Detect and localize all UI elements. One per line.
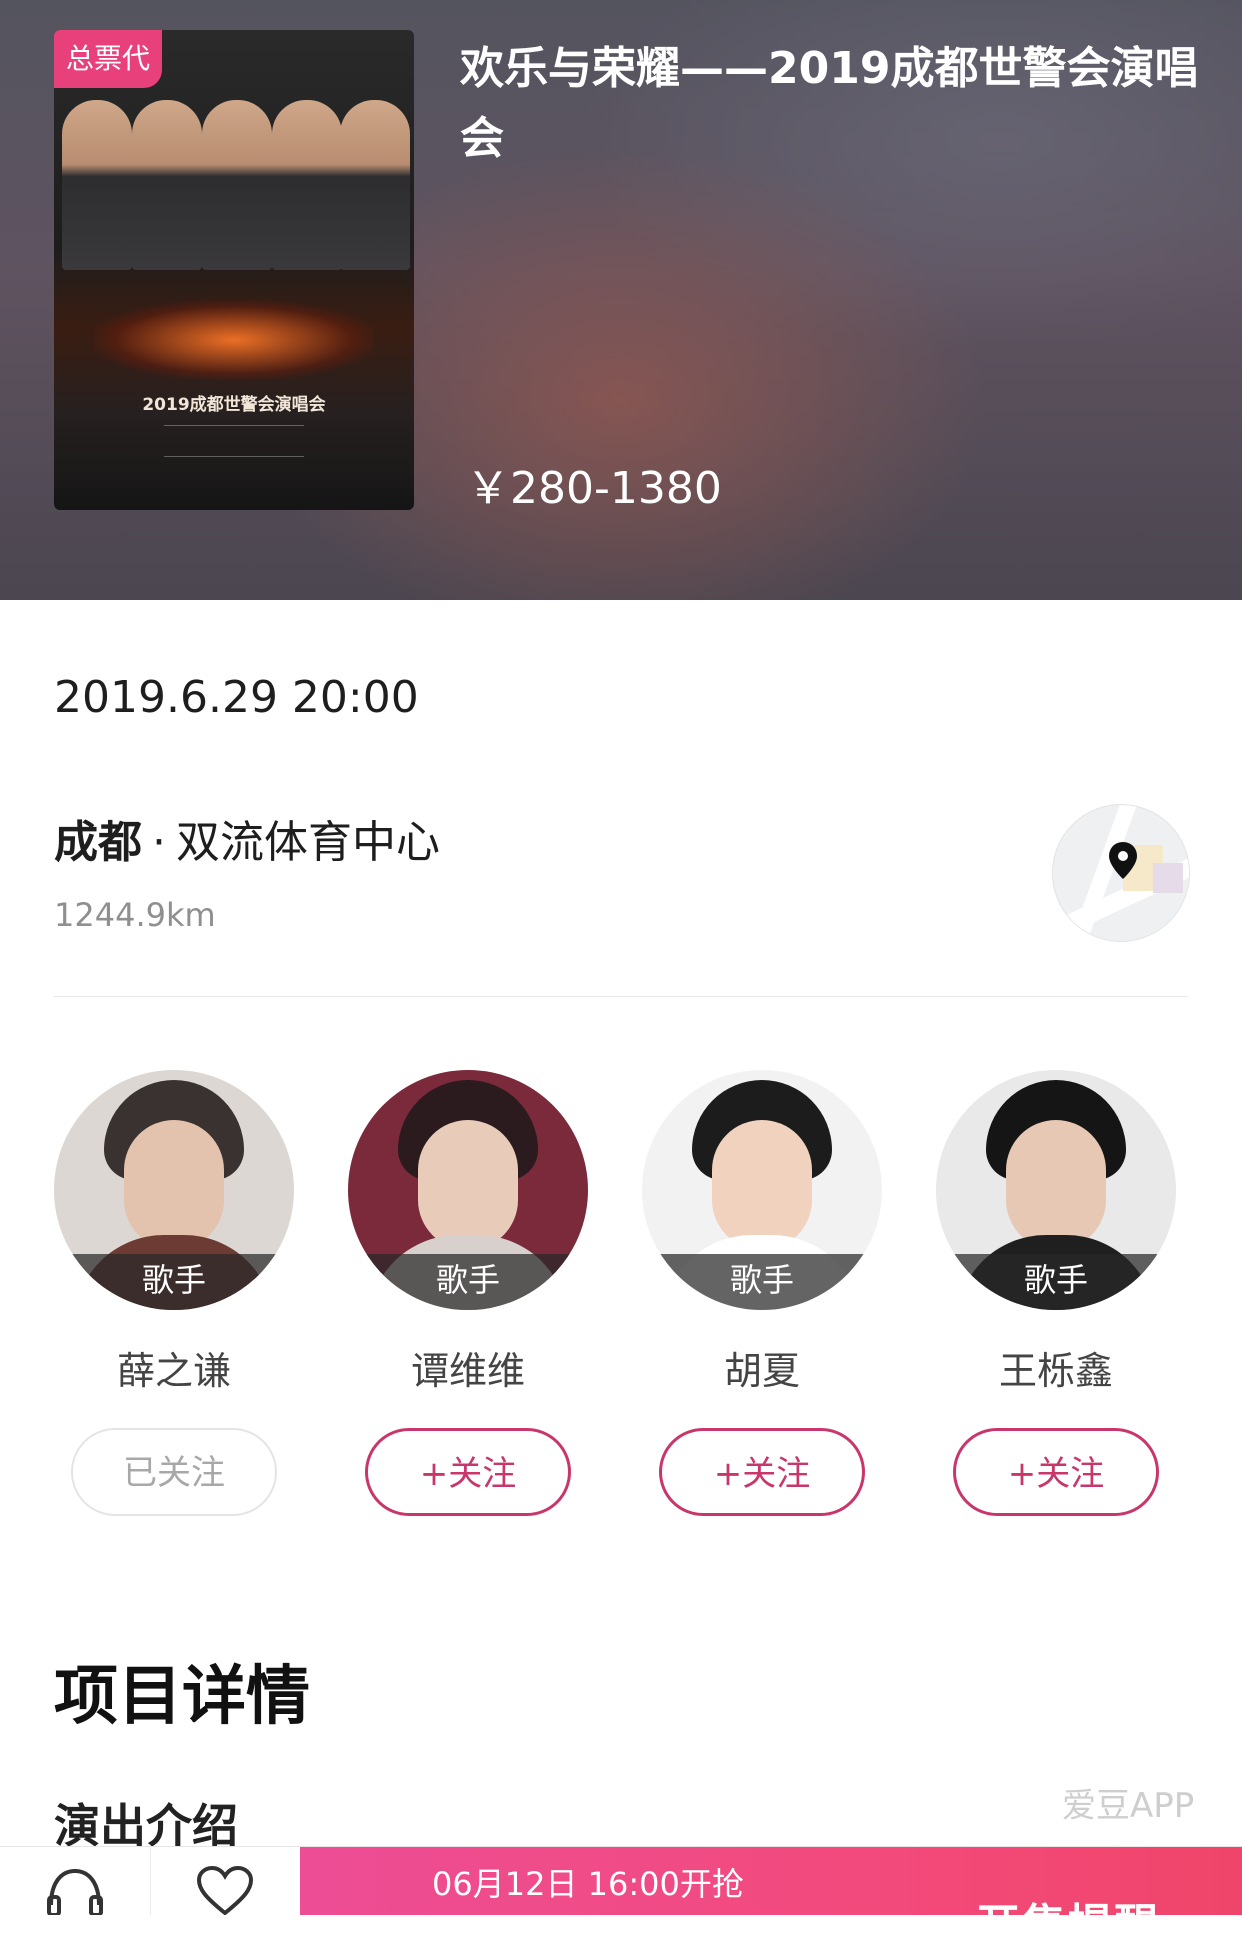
event-poster[interactable]: 2019成都世警会演唱会 bbox=[54, 30, 414, 510]
event-title: 欢乐与荣耀——2019成都世警会演唱会 bbox=[460, 43, 1199, 164]
event-datetime: 2019.6.29 20:00 bbox=[54, 672, 419, 723]
artist-avatar[interactable]: 歌手 bbox=[348, 1070, 588, 1310]
artist-card[interactable]: 歌手 胡夏 +关注 bbox=[642, 1070, 882, 1516]
poster-caption: 2019成都世警会演唱会 bbox=[142, 395, 326, 415]
sale-reminder-button[interactable]: 06月12日 16:00开抢 开售提醒 bbox=[300, 1847, 1242, 1951]
favorite-button[interactable] bbox=[150, 1847, 301, 1915]
artist-role: 歌手 bbox=[642, 1254, 882, 1310]
bottom-action-bar: 06月12日 16:00开抢 开售提醒 bbox=[0, 1846, 1242, 1951]
artist-name: 王栎鑫 bbox=[998, 1349, 1113, 1393]
map-thumbnail[interactable] bbox=[1052, 804, 1190, 942]
artist-role: 歌手 bbox=[348, 1254, 588, 1310]
poster-fineprint bbox=[164, 425, 304, 457]
artist-card[interactable]: 歌手 谭维维 +关注 bbox=[348, 1070, 588, 1516]
venue-distance: 1244.9km bbox=[54, 896, 216, 934]
artist-role: 歌手 bbox=[936, 1254, 1176, 1310]
artist-name: 薛之谦 bbox=[116, 1349, 231, 1393]
map-pin-icon bbox=[1109, 842, 1137, 879]
follow-button[interactable]: +关注 bbox=[659, 1428, 865, 1516]
follow-button[interactable]: 已关注 bbox=[71, 1428, 277, 1516]
follow-button[interactable]: +关注 bbox=[953, 1428, 1159, 1516]
venue-city: 成都 bbox=[54, 817, 142, 868]
artist-card[interactable]: 歌手 薛之谦 已关注 bbox=[54, 1070, 294, 1516]
event-header: 2019成都世警会演唱会 总票代 欢乐与荣耀——2019成都世警会演唱会 ￥28… bbox=[0, 0, 1242, 600]
artist-avatar[interactable]: 歌手 bbox=[54, 1070, 294, 1310]
details-section-title: 项目详情 bbox=[54, 1660, 310, 1734]
event-price: ￥280-1380 bbox=[466, 463, 722, 514]
artist-avatar[interactable]: 歌手 bbox=[642, 1070, 882, 1310]
section-divider bbox=[54, 996, 1188, 997]
heart-icon bbox=[196, 1865, 254, 1915]
artist-card[interactable]: 歌手 王栎鑫 +关注 bbox=[936, 1070, 1176, 1516]
headset-icon bbox=[47, 1868, 103, 1915]
reminder-label: 开售提醒 bbox=[976, 1900, 1160, 1951]
venue-name: 双流体育中心 bbox=[176, 817, 440, 868]
sale-start-time: 06月12日 16:00开抢 bbox=[432, 1865, 744, 1903]
agent-badge: 总票代 bbox=[54, 30, 163, 88]
follow-button[interactable]: +关注 bbox=[365, 1428, 571, 1516]
artist-role: 歌手 bbox=[54, 1254, 294, 1310]
poster-fire-graphic bbox=[94, 300, 374, 380]
artist-name: 胡夏 bbox=[723, 1349, 800, 1393]
artist-name: 谭维维 bbox=[410, 1349, 525, 1393]
app-watermark: 爱豆APP bbox=[1062, 1786, 1195, 1826]
artist-avatar[interactable]: 歌手 bbox=[936, 1070, 1176, 1310]
venue-line[interactable]: 成都 · 双流体育中心 bbox=[54, 806, 440, 870]
customer-service-button[interactable] bbox=[0, 1847, 151, 1915]
poster-artists-image bbox=[54, 70, 414, 270]
venue-separator: · bbox=[152, 817, 166, 868]
